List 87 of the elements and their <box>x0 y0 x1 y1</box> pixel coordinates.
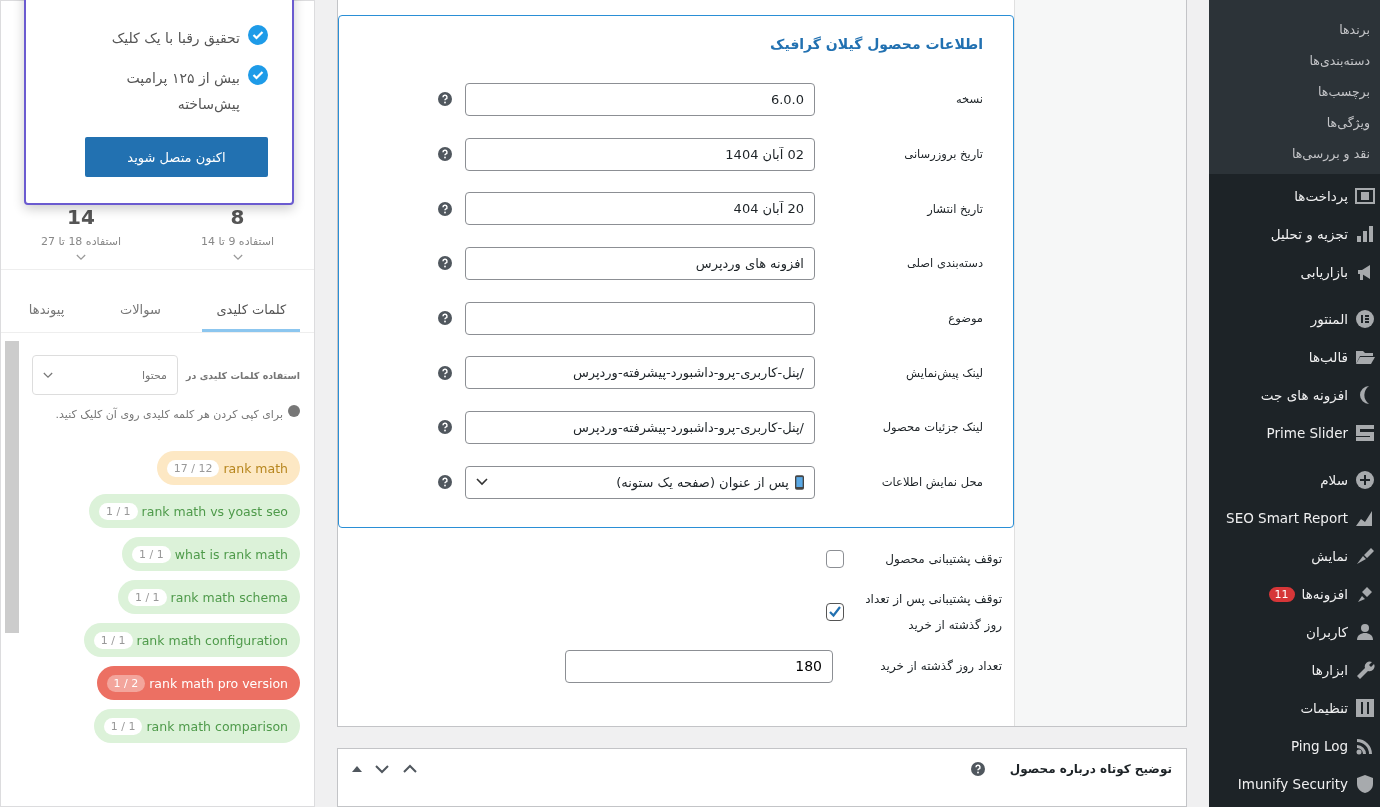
submenu-item[interactable]: ویژگی‌ها <box>1209 107 1380 138</box>
checkbox-label: توقف پشتیبانی پس از تعداد روز گذشته از خرید <box>864 590 1002 635</box>
stat-range: استفاده 9 تا 14 <box>200 235 275 248</box>
menu-item[interactable]: SEO Smart Report <box>1209 499 1380 537</box>
menu-item[interactable]: ابزارها <box>1209 651 1380 689</box>
filter-select[interactable]: محتوا <box>32 355 178 395</box>
text-field[interactable]: 20 آبان 404 <box>465 192 815 226</box>
field-label: نسخه <box>954 92 983 107</box>
shield-icon <box>1355 774 1375 794</box>
menu-item[interactable]: تجزیه و تحلیل <box>1209 215 1380 253</box>
chevron-down-icon[interactable] <box>76 254 86 261</box>
field-label: تاریخ بروزرسانی <box>903 147 983 162</box>
tab[interactable]: سوالات <box>105 292 175 332</box>
phone-icon <box>795 474 804 490</box>
help-icon[interactable] <box>438 420 452 435</box>
field-label: تاریخ انتشار <box>925 201 983 216</box>
text-field[interactable]: /پنل-کاربری-پرو-داشبورد-پیشرفته-وردپرس <box>465 356 815 390</box>
menu-item[interactable]: تنظیمات <box>1209 689 1380 727</box>
submenu-item[interactable]: برچسب‌ها <box>1209 76 1380 107</box>
menu-item[interactable]: کاربران <box>1209 613 1380 651</box>
help-icon[interactable] <box>438 475 452 490</box>
wrench-icon <box>1355 660 1375 680</box>
field-label: دسته‌بندی اصلی <box>905 256 983 271</box>
field-label: محل نمایش اطلاعات <box>880 475 983 490</box>
days-field[interactable]: 180 <box>565 649 833 683</box>
menu-item[interactable]: بازاریابی <box>1209 253 1380 291</box>
elementor-icon <box>1355 309 1375 329</box>
check-circle-icon <box>248 65 268 85</box>
help-icon[interactable] <box>438 147 452 162</box>
submenu-item[interactable]: نقد و بررسی‌ها <box>1209 138 1380 169</box>
hint-text: برای کپی کردن هر کلمه کلیدی روی آن کلیک کنید. <box>55 406 283 423</box>
chevron-down-icon[interactable] <box>232 254 243 261</box>
menu-item[interactable]: Prime Slider <box>1209 414 1380 452</box>
tab[interactable]: کلمات کلیدی <box>202 292 301 332</box>
chevron-down-icon <box>476 478 488 487</box>
tab[interactable]: پیوندها <box>14 292 79 332</box>
connect-button[interactable]: اکنون متصل شوید <box>85 137 268 177</box>
help-icon[interactable] <box>438 311 452 326</box>
menu-item[interactable]: نمایش <box>1209 537 1380 575</box>
menu-item[interactable]: Ping Log <box>1209 727 1380 765</box>
help-icon[interactable] <box>438 256 452 271</box>
checkbox[interactable] <box>826 549 844 568</box>
chevron-down-icon <box>43 371 53 379</box>
help-icon[interactable] <box>438 201 452 216</box>
field-label: لینک جزئیات محصول <box>881 420 983 435</box>
panel-title: اطلاعات محصول گیلان گرافیک <box>769 36 983 52</box>
checkbox-label: توقف پشتیبانی محصول <box>884 550 1002 569</box>
move-up-icon[interactable] <box>402 764 418 775</box>
rss-icon <box>1355 736 1375 756</box>
help-icon[interactable] <box>970 762 985 777</box>
select-field[interactable]: پس از عنوان (صفحه یک ستونه) <box>465 465 815 499</box>
check-circle-icon <box>248 25 268 45</box>
submenu-item[interactable]: برندها <box>1209 14 1380 45</box>
feature-text: بیش از ۱۲۵ پرامپت پیش‌ساخته <box>125 69 240 115</box>
update-count-badge: 11 <box>1268 586 1295 602</box>
checkbox[interactable] <box>826 602 844 621</box>
scrollbar[interactable] <box>5 341 19 633</box>
stat-range: استفاده 18 تا 27 <box>40 235 122 248</box>
collapse-icon[interactable] <box>352 766 362 773</box>
text-field[interactable]: 02 آبان 1404 <box>465 137 815 171</box>
help-icon[interactable] <box>438 92 452 107</box>
slider-icon <box>1355 423 1375 443</box>
menu-item[interactable]: افزونه های جت <box>1209 376 1380 414</box>
stat-value: 14 <box>67 205 95 229</box>
menu-item[interactable]: المنتور <box>1209 300 1380 338</box>
field-label: تعداد روز گذشته از خرید <box>879 658 1002 676</box>
move-down-icon[interactable] <box>374 764 390 775</box>
text-field[interactable]: 6.0.0 <box>465 82 815 116</box>
help-icon[interactable] <box>438 365 452 380</box>
stat-value: 8 <box>230 205 245 229</box>
text-field[interactable]: /پنل-کاربری-پرو-داشبورد-پیشرفته-وردپرس <box>465 410 815 444</box>
metabox-title: توضیح کوتاه درباره محصول <box>1009 762 1172 777</box>
plus-icon <box>1355 470 1375 490</box>
menu-item[interactable]: Imunify Security <box>1209 765 1380 803</box>
menu-item[interactable]: قالب‌ها <box>1209 338 1380 376</box>
user-icon <box>1355 622 1375 642</box>
field-label: لینک پیش‌نمایش <box>905 365 983 380</box>
field-label: موضوع <box>947 311 983 326</box>
brush-icon <box>1355 546 1375 566</box>
submenu-item[interactable]: دسته‌بندی‌ها <box>1209 45 1380 76</box>
feature-text: تحقیق رقبا با یک کلیک <box>110 29 240 49</box>
text-field[interactable]: افزونه های وردپرس <box>465 246 815 280</box>
menu-item[interactable]: پرداخت‌ها <box>1209 177 1380 215</box>
text-field[interactable] <box>465 301 815 335</box>
menu-item[interactable]: سلام <box>1209 461 1380 499</box>
filter-label: استفاده کلمات کلیدی در <box>186 369 300 381</box>
chart-icon <box>1355 224 1375 244</box>
